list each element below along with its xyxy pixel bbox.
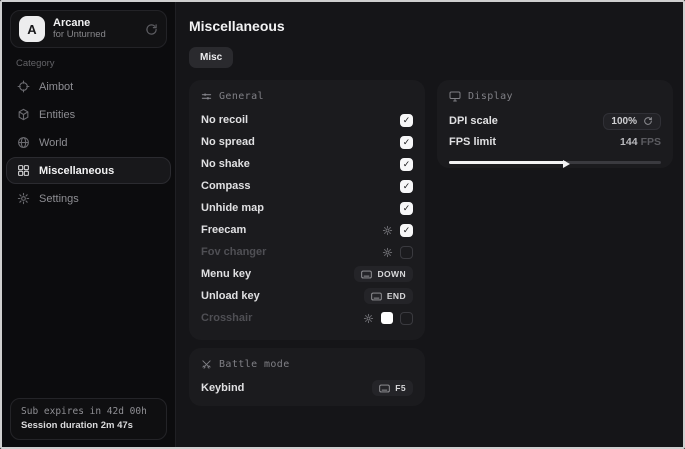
grid-icon [17, 164, 30, 177]
row-crosshair: Crosshair [201, 307, 413, 329]
setting-label: Unload key [201, 290, 260, 302]
fov-changer-checkbox[interactable] [400, 246, 413, 259]
keyboard-icon [361, 270, 372, 279]
swords-icon [201, 359, 212, 370]
menu-keybind-button[interactable]: DOWN [354, 266, 413, 282]
sidebar-item-settings[interactable]: Settings [6, 185, 171, 212]
row-unhide-map: Unhide map [201, 197, 413, 219]
row-fov-changer: Fov changer [201, 241, 413, 263]
battle-mode-card-title: Battle mode [219, 359, 290, 370]
unload-keybind-button[interactable]: END [364, 288, 413, 304]
row-dpi-scale: DPI scale 100% [449, 109, 661, 133]
freecam-checkbox[interactable] [400, 224, 413, 237]
fps-limit-value: 144FPS [620, 136, 661, 148]
row-no-recoil: No recoil [201, 109, 413, 131]
no-recoil-checkbox[interactable] [400, 114, 413, 127]
setting-label: Freecam [201, 224, 246, 236]
no-spread-checkbox[interactable] [400, 136, 413, 149]
setting-label: DPI scale [449, 115, 498, 127]
freecam-settings-gear-icon[interactable] [382, 225, 393, 236]
sidebar-item-world[interactable]: World [6, 129, 171, 156]
sidebar-item-label: Settings [39, 193, 79, 205]
tab-misc[interactable]: Misc [189, 47, 233, 68]
row-freecam: Freecam [201, 219, 413, 241]
row-compass: Compass [201, 175, 413, 197]
dpi-scale-value: 100% [611, 116, 637, 127]
display-card: Display DPI scale 100% FPS limit 144FPS [437, 80, 673, 168]
crosshair-color-swatch[interactable] [381, 312, 393, 324]
keybind-value: END [387, 291, 406, 301]
app-logo: A [19, 16, 45, 42]
app-name: Arcane [53, 17, 137, 30]
sync-icon[interactable] [145, 23, 158, 36]
setting-label: Keybind [201, 382, 244, 394]
row-fps-limit: FPS limit 144FPS [449, 133, 661, 151]
slider-fill [449, 161, 566, 164]
app-subtitle: for Unturned [53, 30, 137, 41]
keyboard-icon [371, 292, 382, 301]
app-header-card: A Arcane for Unturned [10, 10, 167, 48]
row-no-shake: No shake [201, 153, 413, 175]
sidebar-item-entities[interactable]: Entities [6, 101, 171, 128]
general-card: General No recoil No spread No shake Com… [189, 80, 425, 340]
setting-label: No spread [201, 136, 255, 148]
sidebar-item-label: World [39, 137, 68, 149]
sidebar-item-aimbot[interactable]: Aimbot [6, 73, 171, 100]
crosshair-checkbox[interactable] [400, 312, 413, 325]
sidebar-item-label: Entities [39, 109, 75, 121]
keybind-value: F5 [395, 383, 406, 393]
keyboard-icon [379, 384, 390, 393]
general-card-title: General [219, 91, 264, 102]
unhide-map-checkbox[interactable] [400, 202, 413, 215]
setting-label: No recoil [201, 114, 248, 126]
setting-label: Menu key [201, 268, 251, 280]
crosshair-settings-gear-icon[interactable] [363, 313, 374, 324]
session-duration-text: Session duration 2m 47s [21, 420, 156, 431]
setting-label: Unhide map [201, 202, 264, 214]
globe-icon [17, 136, 30, 149]
display-card-title: Display [468, 91, 513, 102]
sidebar-nav: Aimbot Entities World Miscellaneous [6, 73, 171, 212]
sliders-icon [201, 91, 212, 102]
row-unload-key: Unload key END [201, 285, 413, 307]
setting-label: FPS limit [449, 136, 496, 148]
sidebar-item-label: Miscellaneous [39, 165, 114, 177]
sidebar-item-label: Aimbot [39, 81, 73, 93]
setting-label: No shake [201, 158, 250, 170]
sub-expiry-text: Sub expires in 42d 00h [21, 406, 156, 417]
setting-label: Fov changer [201, 246, 266, 258]
setting-label: Crosshair [201, 312, 252, 324]
row-keybind: Keybind F5 [201, 377, 413, 399]
battle-keybind-button[interactable]: F5 [372, 380, 413, 396]
cube-icon [17, 108, 30, 121]
sidebar: A Arcane for Unturned Category Aimbot [2, 2, 175, 447]
row-no-spread: No spread [201, 131, 413, 153]
app-window: A Arcane for Unturned Category Aimbot [0, 0, 685, 449]
compass-checkbox[interactable] [400, 180, 413, 193]
category-label: Category [16, 58, 55, 69]
reset-icon[interactable] [643, 116, 653, 126]
fov-settings-gear-icon[interactable] [382, 247, 393, 258]
setting-label: Compass [201, 180, 251, 192]
battle-mode-card: Battle mode Keybind F5 [189, 348, 425, 406]
page-title: Miscellaneous [189, 18, 285, 34]
main-panel: Miscellaneous Misc General No recoil No … [175, 2, 685, 447]
keybind-value: DOWN [377, 269, 406, 279]
monitor-icon [449, 91, 461, 102]
fps-limit-slider[interactable] [449, 158, 661, 166]
crosshair-icon [17, 80, 30, 93]
gear-icon [17, 192, 30, 205]
subscription-card: Sub expires in 42d 00h Session duration … [10, 398, 167, 440]
no-shake-checkbox[interactable] [400, 158, 413, 171]
sidebar-item-miscellaneous[interactable]: Miscellaneous [6, 157, 171, 184]
slider-thumb[interactable] [563, 160, 570, 168]
dpi-scale-select[interactable]: 100% [603, 113, 661, 130]
row-menu-key: Menu key DOWN [201, 263, 413, 285]
